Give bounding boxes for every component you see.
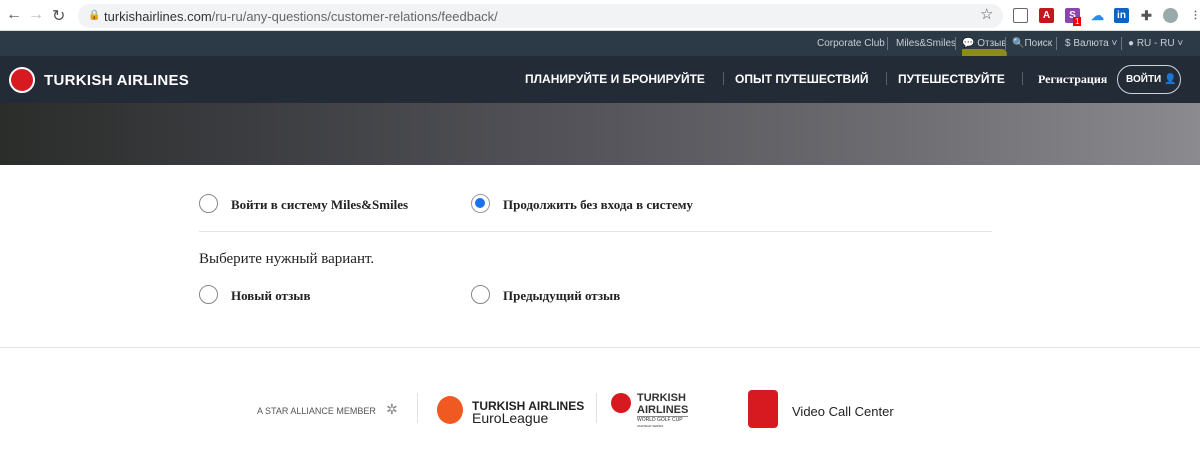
top-utility-nav: Corporate Club Miles&Smiles 💬 Отзыв 🔍Пои…: [0, 31, 1200, 59]
login-label: ВОЙТИ: [1126, 74, 1162, 85]
choose-prompt: Выберите нужный вариант.: [199, 251, 375, 267]
bookmark-star-icon[interactable]: ☆: [980, 5, 993, 23]
chat-icon: 💬: [962, 38, 975, 49]
euroleague-logo-icon: [437, 396, 463, 424]
turkish-airlines-logo[interactable]: [9, 67, 35, 93]
language-dropdown[interactable]: ● RU - RU ˅: [1128, 38, 1183, 49]
brand-name[interactable]: TURKISH AIRLINES: [44, 72, 189, 89]
lock-icon: 🔒: [88, 10, 101, 21]
user-icon: 👤: [1164, 74, 1177, 85]
divider: [199, 231, 992, 232]
euroleague-subtitle[interactable]: EuroLeague: [472, 410, 548, 426]
radio-continue-label[interactable]: Продолжить без входа в систему: [503, 197, 693, 213]
radio-continue-without-login[interactable]: [471, 194, 490, 213]
video-call-center-link[interactable]: Video Call Center: [792, 404, 894, 419]
register-link[interactable]: Регистрация: [1038, 72, 1107, 87]
footer-divider: [0, 347, 1200, 348]
profile-avatar[interactable]: [1163, 8, 1178, 23]
star-alliance-text[interactable]: A STAR ALLIANCE MEMBER: [257, 406, 376, 416]
globe-icon: ●: [1128, 38, 1135, 49]
url-path: /ru-ru/any-questions/customer-relations/…: [211, 9, 498, 24]
forward-icon[interactable]: →: [28, 6, 44, 24]
nav-travel-experience[interactable]: ОПЫТ ПУТЕШЕСТВИЙ: [735, 72, 868, 86]
radio-previous-feedback-label[interactable]: Предыдущий отзыв: [503, 288, 620, 304]
reload-icon[interactable]: ↻: [52, 6, 65, 26]
acrobat-extension-icon[interactable]: A: [1039, 8, 1054, 23]
star-alliance-icon: ✲: [386, 401, 398, 417]
feedback-link[interactable]: 💬 Отзыв: [962, 38, 1007, 49]
radio-new-feedback-label[interactable]: Новый отзыв: [231, 288, 310, 304]
puzzle-extensions-icon[interactable]: ✚: [1139, 8, 1154, 23]
browser-toolbar: ← → ↻ 🔒 turkishairlines.com/ru-ru/any-qu…: [0, 0, 1200, 31]
search-link[interactable]: 🔍Поиск: [1012, 38, 1052, 49]
hero-image: [0, 103, 1200, 165]
back-icon[interactable]: ←: [6, 6, 22, 24]
nav-travel[interactable]: ПУТЕШЕСТВУЙТЕ: [898, 72, 1005, 86]
linkedin-extension-icon[interactable]: in: [1114, 8, 1129, 23]
address-bar[interactable]: 🔒 turkishairlines.com/ru-ru/any-question…: [78, 4, 1003, 28]
cloud-extension-icon[interactable]: ☁: [1090, 8, 1105, 23]
golf-cup-logo[interactable]: TURKISH AIRLINES WORLD GOLF CUP AMATEUR SER…: [637, 392, 689, 428]
radio-login-miles-label[interactable]: Войти в систему Miles&Smiles: [231, 197, 408, 213]
radio-previous-feedback[interactable]: [471, 285, 490, 304]
url-domain: turkishairlines.com: [104, 9, 212, 24]
search-icon: 🔍: [1012, 38, 1025, 49]
extension-badge: 1: [1073, 17, 1082, 26]
golf-logo-icon: [611, 393, 631, 413]
currency-dropdown[interactable]: $ Валюта ˅: [1065, 38, 1117, 49]
video-call-agent-icon: [748, 390, 778, 428]
nav-plan-book[interactable]: ПЛАНИРУЙТЕ И БРОНИРУЙТЕ: [525, 72, 705, 86]
login-button[interactable]: ВОЙТИ 👤: [1117, 65, 1181, 94]
screenshot-extension-icon[interactable]: [1013, 8, 1028, 23]
corporate-club-link[interactable]: Corporate Club: [817, 38, 885, 49]
radio-new-feedback[interactable]: [199, 285, 218, 304]
miles-smiles-link[interactable]: Miles&Smiles: [896, 38, 956, 49]
menu-kebab-icon[interactable]: ⋮: [1188, 8, 1200, 23]
radio-login-miles[interactable]: [199, 194, 218, 213]
